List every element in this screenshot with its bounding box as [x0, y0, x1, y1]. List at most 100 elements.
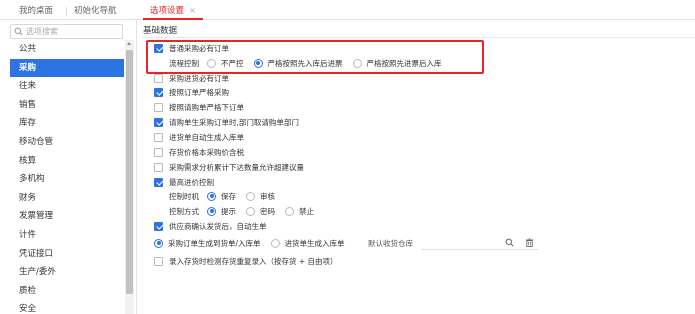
flow-control-group: 流程控制 不严控 严格按照先入库后进票 严格按照先进票后入库	[169, 57, 452, 69]
tab-bar: 我的桌面 初始化导航 选项设置 ×	[0, 0, 695, 20]
sidebar: 公共 采购 往来 销售 库存 移动仓管 核算 多机构 财务 发票管理 计件 凭证…	[0, 20, 137, 314]
radio[interactable]	[352, 58, 362, 68]
warehouse-input-underline	[421, 249, 538, 250]
search-icon	[14, 27, 23, 36]
radio[interactable]	[285, 206, 294, 216]
gen-option-order-to-receipt[interactable]: 采购订单生成到货单/入库单	[154, 238, 261, 249]
search-input[interactable]	[26, 27, 122, 36]
sidebar-item-invoice[interactable]: 发票管理	[10, 207, 124, 226]
sidebar-search[interactable]	[10, 24, 123, 39]
timing-option-audit[interactable]: 审核	[246, 191, 275, 202]
option-row-purchase-receipt-order[interactable]: 采购进货必有订单	[154, 72, 229, 84]
method-option-prompt[interactable]: 提示	[207, 206, 236, 217]
tab-my-desktop[interactable]: 我的桌面	[19, 4, 53, 20]
checkbox[interactable]	[154, 102, 163, 112]
control-timing-label: 控制时机	[169, 191, 199, 201]
checkbox[interactable]	[154, 162, 163, 172]
flow-option-invoice-first[interactable]: 严格按照先进票后入库	[352, 58, 442, 69]
checkbox-checked[interactable]	[154, 117, 163, 127]
option-label: 进货单自动生成入库单	[169, 132, 244, 142]
option-label: 录入存货时检测存货重复录入（按存货 + 自由项）	[169, 256, 338, 266]
checkbox[interactable]	[154, 256, 163, 266]
option-label: 请购单生采购订单时,部门取请购单部门	[169, 117, 299, 127]
flow-control-label: 流程控制	[169, 58, 199, 68]
checkbox[interactable]	[154, 147, 163, 157]
section-divider	[142, 37, 695, 38]
method-option-password[interactable]: 密码	[246, 206, 275, 217]
radio-selected[interactable]	[253, 58, 263, 68]
radio-label: 禁止	[299, 206, 314, 216]
sidebar-item-security[interactable]: 安全	[10, 300, 124, 314]
radio-label: 审核	[260, 191, 275, 201]
sidebar-item-finance[interactable]: 财务	[10, 189, 124, 208]
checkbox-checked[interactable]	[154, 177, 163, 187]
option-row-supplier-confirm[interactable]: 供应商确认发货后，自动生单	[154, 220, 267, 232]
option-label: 按照订单严格采购	[169, 87, 229, 97]
sidebar-item-dealings[interactable]: 往来	[10, 77, 124, 96]
close-icon[interactable]: ×	[189, 6, 196, 15]
option-label: 按照请购单严格下订单	[169, 102, 244, 112]
radio-selected[interactable]	[207, 191, 216, 201]
sidebar-item-quality[interactable]: 质检	[10, 282, 124, 301]
option-row-price-tax[interactable]: 存货价格本采购价含税	[154, 146, 244, 158]
option-row-normal-purchase-order[interactable]: 普通采购必有订单	[154, 42, 229, 54]
radio-label: 密码	[260, 206, 275, 216]
search-icon[interactable]	[505, 238, 514, 247]
scroll-up-arrow-icon[interactable]	[127, 42, 131, 45]
trash-icon[interactable]	[525, 238, 534, 247]
checkbox-checked[interactable]	[154, 43, 163, 53]
radio-label: 采购订单生成到货单/入库单	[168, 238, 261, 248]
sidebar-item-multi-org[interactable]: 多机构	[10, 170, 124, 189]
tab-options-settings-label: 选项设置	[150, 6, 185, 16]
radio[interactable]	[270, 238, 280, 248]
sidebar-nav: 公共 采购 往来 销售 库存 移动仓管 核算 多机构 财务 发票管理 计件 凭证…	[10, 40, 124, 314]
timing-option-save[interactable]: 保存	[207, 191, 236, 202]
radio-label: 保存	[221, 191, 236, 201]
checkbox-checked[interactable]	[154, 87, 163, 97]
option-row-duplicate-check[interactable]: 录入存货时检测存货重复录入（按存货 + 自由项）	[154, 255, 338, 267]
sidebar-item-mobile-warehouse[interactable]: 移动仓管	[10, 133, 124, 152]
sidebar-item-piecework[interactable]: 计件	[10, 226, 124, 245]
option-row-demand-analysis[interactable]: 采购需求分析累计下达数量允许超建议量	[154, 161, 304, 173]
option-label: 采购进货必有订单	[169, 73, 229, 83]
flow-option-no-strict[interactable]: 不严控	[207, 58, 244, 69]
sidebar-item-voucher[interactable]: 凭证接口	[10, 245, 124, 264]
option-row-strict-order[interactable]: 按照订单严格采购	[154, 86, 229, 98]
control-method-group: 控制方式 提示 密码 禁止	[169, 205, 324, 217]
checkbox-checked[interactable]	[154, 221, 163, 231]
option-row-auto-stock-in[interactable]: 进货单自动生成入库单	[154, 131, 244, 143]
generate-group: 采购订单生成到货单/入库单 进货单生成入库单	[154, 237, 355, 249]
scroll-thumb[interactable]	[126, 50, 133, 294]
radio[interactable]	[246, 191, 255, 201]
option-label: 普通采购必有订单	[169, 43, 229, 53]
option-row-max-price-control[interactable]: 最高进价控制	[154, 176, 214, 188]
default-warehouse-label: 默认收货仓库	[368, 238, 413, 248]
gen-option-receipt-to-stock[interactable]: 进货单生成入库单	[270, 238, 345, 249]
control-method-label: 控制方式	[169, 206, 199, 216]
sidebar-item-accounting[interactable]: 核算	[10, 152, 124, 171]
radio-selected[interactable]	[154, 238, 163, 248]
sidebar-item-purchase[interactable]: 采购	[10, 58, 124, 78]
sidebar-item-sales[interactable]: 销售	[10, 96, 124, 115]
option-row-strict-requisition[interactable]: 按照请购单严格下订单	[154, 101, 244, 113]
tab-options-settings[interactable]: 选项设置 ×	[143, 4, 203, 20]
checkbox[interactable]	[154, 73, 163, 83]
tab-init-navigation[interactable]: 初始化导航	[74, 4, 117, 20]
sidebar-item-inventory[interactable]: 库存	[10, 114, 124, 133]
sidebar-item-public[interactable]: 公共	[10, 40, 124, 59]
tab-separator	[66, 7, 67, 16]
radio-selected[interactable]	[207, 206, 216, 216]
flow-option-stock-first[interactable]: 严格按照先入库后进票	[253, 58, 343, 69]
section-title: 基础数据	[143, 26, 178, 36]
default-warehouse-field[interactable]: 默认收货仓库	[368, 237, 538, 250]
radio[interactable]	[207, 58, 216, 68]
method-option-forbid[interactable]: 禁止	[285, 206, 314, 217]
sidebar-scrollbar[interactable]	[125, 40, 134, 314]
options-panel: 基础数据 普通采购必有订单 流程控制 不严控 严格按照先入库后进票 严格按照先进…	[142, 20, 695, 314]
checkbox[interactable]	[154, 132, 163, 142]
radio-label: 不严控	[221, 58, 244, 68]
control-timing-group: 控制时机 保存 审核	[169, 190, 285, 202]
radio[interactable]	[246, 206, 255, 216]
option-row-requisition-department[interactable]: 请购单生采购订单时,部门取请购单部门	[154, 116, 299, 128]
sidebar-item-production[interactable]: 生产/委外	[10, 263, 124, 282]
